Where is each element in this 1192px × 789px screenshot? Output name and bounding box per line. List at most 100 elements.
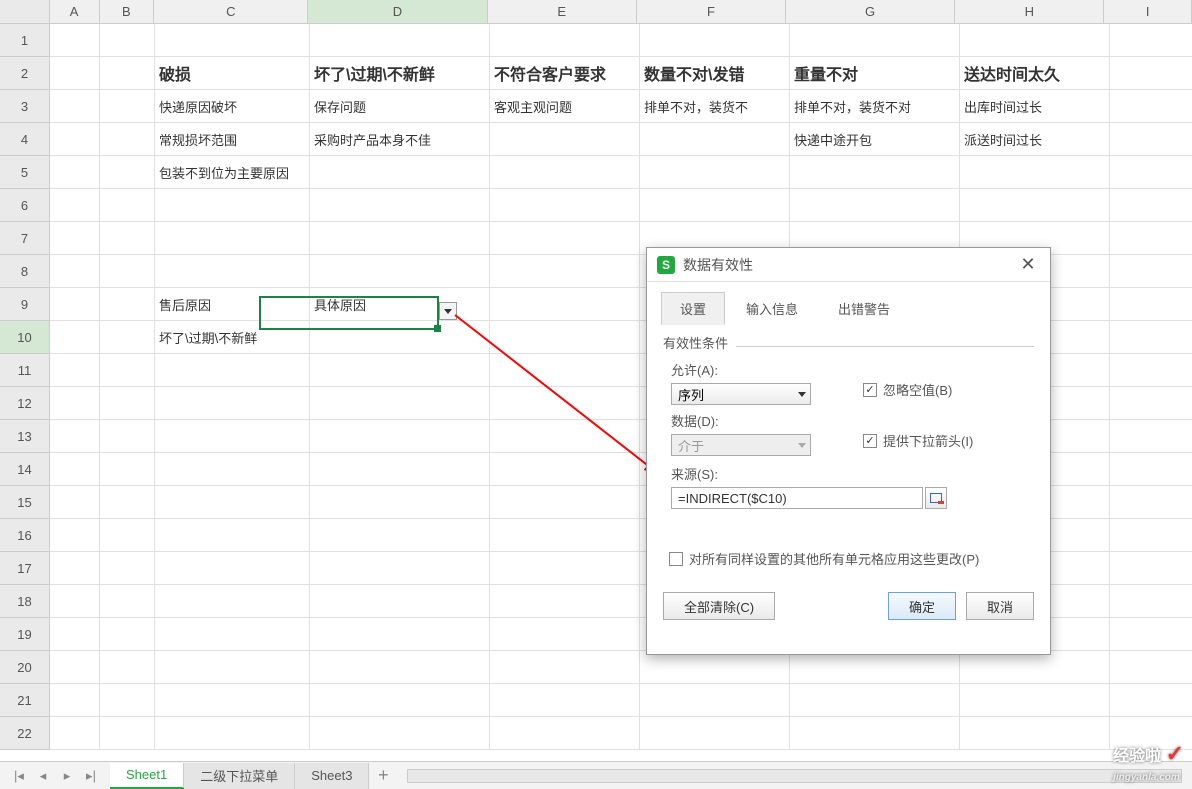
- cell-I15[interactable]: [1110, 486, 1192, 519]
- cell-I10[interactable]: [1110, 321, 1192, 354]
- cell-E17[interactable]: [490, 552, 640, 585]
- cell-A7[interactable]: [50, 222, 100, 255]
- row-header-14[interactable]: 14: [0, 453, 50, 486]
- cell-D5[interactable]: [310, 156, 490, 189]
- cell-D13[interactable]: [310, 420, 490, 453]
- cell-E5[interactable]: [490, 156, 640, 189]
- range-picker-button[interactable]: [925, 487, 947, 509]
- cell-G3[interactable]: 排单不对，装货不对: [790, 90, 960, 123]
- cell-B8[interactable]: [100, 255, 155, 288]
- cell-D19[interactable]: [310, 618, 490, 651]
- cell-E19[interactable]: [490, 618, 640, 651]
- cell-C3[interactable]: 快递原因破坏: [155, 90, 310, 123]
- cell-B1[interactable]: [100, 24, 155, 57]
- cell-dropdown-button[interactable]: [439, 302, 457, 320]
- cell-E9[interactable]: [490, 288, 640, 321]
- col-header-C[interactable]: C: [154, 0, 308, 23]
- cell-I3[interactable]: [1110, 90, 1192, 123]
- prev-sheet-button[interactable]: ◂: [32, 766, 54, 786]
- cell-F2[interactable]: 数量不对\发错: [640, 57, 790, 90]
- cell-E8[interactable]: [490, 255, 640, 288]
- cell-I13[interactable]: [1110, 420, 1192, 453]
- row-header-3[interactable]: 3: [0, 90, 50, 123]
- cell-A11[interactable]: [50, 354, 100, 387]
- cell-A15[interactable]: [50, 486, 100, 519]
- cell-E21[interactable]: [490, 684, 640, 717]
- cell-D18[interactable]: [310, 585, 490, 618]
- cell-G5[interactable]: [790, 156, 960, 189]
- cell-B20[interactable]: [100, 651, 155, 684]
- cell-E2[interactable]: 不符合客户要求: [490, 57, 640, 90]
- col-header-G[interactable]: G: [786, 0, 955, 23]
- cancel-button[interactable]: 取消: [966, 592, 1034, 620]
- tab-error-alert[interactable]: 出错警告: [819, 292, 909, 325]
- col-header-B[interactable]: B: [100, 0, 155, 23]
- row-header-21[interactable]: 21: [0, 684, 50, 717]
- row-header-5[interactable]: 5: [0, 156, 50, 189]
- cell-F6[interactable]: [640, 189, 790, 222]
- cell-E13[interactable]: [490, 420, 640, 453]
- cell-A2[interactable]: [50, 57, 100, 90]
- row-header-7[interactable]: 7: [0, 222, 50, 255]
- cell-A21[interactable]: [50, 684, 100, 717]
- cell-D8[interactable]: [310, 255, 490, 288]
- cell-D4[interactable]: 采购时产品本身不佳: [310, 123, 490, 156]
- cell-G21[interactable]: [790, 684, 960, 717]
- row-header-20[interactable]: 20: [0, 651, 50, 684]
- cell-E4[interactable]: [490, 123, 640, 156]
- cell-C5[interactable]: 包装不到位为主要原因: [155, 156, 310, 189]
- row-header-19[interactable]: 19: [0, 618, 50, 651]
- cell-A17[interactable]: [50, 552, 100, 585]
- cell-D12[interactable]: [310, 387, 490, 420]
- col-header-F[interactable]: F: [637, 0, 786, 23]
- cell-B11[interactable]: [100, 354, 155, 387]
- cell-I18[interactable]: [1110, 585, 1192, 618]
- cell-A4[interactable]: [50, 123, 100, 156]
- cell-B2[interactable]: [100, 57, 155, 90]
- cell-D11[interactable]: [310, 354, 490, 387]
- cell-C17[interactable]: [155, 552, 310, 585]
- cell-E14[interactable]: [490, 453, 640, 486]
- dialog-titlebar[interactable]: S 数据有效性 ✕: [647, 248, 1050, 282]
- last-sheet-button[interactable]: ▸|: [80, 766, 102, 786]
- horizontal-scrollbar[interactable]: [407, 769, 1182, 783]
- row-header-2[interactable]: 2: [0, 57, 50, 90]
- cell-B10[interactable]: [100, 321, 155, 354]
- cell-D15[interactable]: [310, 486, 490, 519]
- row-header-8[interactable]: 8: [0, 255, 50, 288]
- cell-C14[interactable]: [155, 453, 310, 486]
- cell-G6[interactable]: [790, 189, 960, 222]
- cell-G22[interactable]: [790, 717, 960, 750]
- cell-I16[interactable]: [1110, 519, 1192, 552]
- cell-D21[interactable]: [310, 684, 490, 717]
- cell-I11[interactable]: [1110, 354, 1192, 387]
- cell-G20[interactable]: [790, 651, 960, 684]
- cell-F4[interactable]: [640, 123, 790, 156]
- cell-I7[interactable]: [1110, 222, 1192, 255]
- cell-D14[interactable]: [310, 453, 490, 486]
- cell-E6[interactable]: [490, 189, 640, 222]
- ok-button[interactable]: 确定: [888, 592, 956, 620]
- row-header-16[interactable]: 16: [0, 519, 50, 552]
- apply-all-checkbox[interactable]: 对所有同样设置的其他所有单元格应用这些更改(P): [669, 549, 1034, 568]
- cell-E18[interactable]: [490, 585, 640, 618]
- cell-F1[interactable]: [640, 24, 790, 57]
- cell-A8[interactable]: [50, 255, 100, 288]
- cell-B13[interactable]: [100, 420, 155, 453]
- cell-A22[interactable]: [50, 717, 100, 750]
- cell-B3[interactable]: [100, 90, 155, 123]
- cell-D20[interactable]: [310, 651, 490, 684]
- first-sheet-button[interactable]: |◂: [8, 766, 30, 786]
- cell-C8[interactable]: [155, 255, 310, 288]
- cell-B7[interactable]: [100, 222, 155, 255]
- cell-C12[interactable]: [155, 387, 310, 420]
- cell-F22[interactable]: [640, 717, 790, 750]
- cell-C21[interactable]: [155, 684, 310, 717]
- row-header-11[interactable]: 11: [0, 354, 50, 387]
- cell-G2[interactable]: 重量不对: [790, 57, 960, 90]
- cell-E22[interactable]: [490, 717, 640, 750]
- cell-D16[interactable]: [310, 519, 490, 552]
- cell-A18[interactable]: [50, 585, 100, 618]
- ignore-blank-checkbox[interactable]: 忽略空值(B): [863, 380, 952, 399]
- cell-E11[interactable]: [490, 354, 640, 387]
